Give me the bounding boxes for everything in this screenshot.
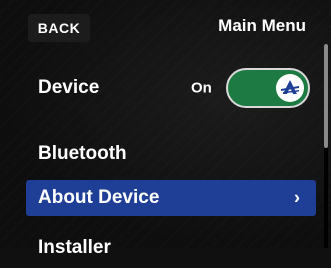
menu-item-installer[interactable]: Installer [0,228,316,268]
scrollbar-thumb[interactable] [324,44,328,148]
device-state-label: On [191,79,212,97]
back-button[interactable]: BACK [28,14,90,42]
screen: BACK Main Menu Device On Bluetooth About… [0,0,331,258]
chevron-right-icon: › [294,187,300,208]
device-toggle[interactable] [226,68,310,108]
scrollbar[interactable] [324,44,328,248]
menu-item-bluetooth[interactable]: Bluetooth [0,134,316,174]
menu-item-label: Device [38,77,100,98]
menu-item-about-device[interactable]: About Device › [26,180,316,216]
page-title: Main Menu [218,16,306,35]
menu-item-device: Device On [0,68,316,108]
menu-item-label: Bluetooth [38,143,127,164]
header: BACK Main Menu [0,0,331,48]
menu-item-label: About Device [38,187,160,208]
brand-logo-icon [276,74,304,102]
menu-item-label: Installer [38,237,111,258]
